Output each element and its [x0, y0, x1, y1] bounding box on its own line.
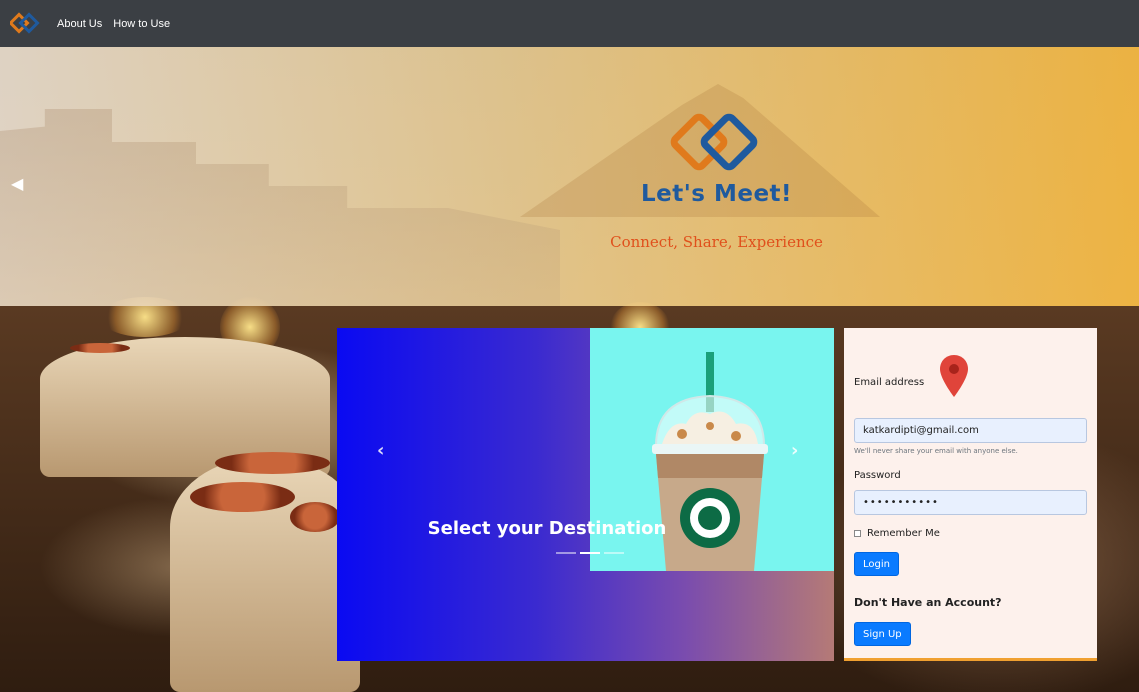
plate: [215, 452, 330, 474]
hero-tagline: Connect, Share, Experience: [610, 233, 823, 251]
top-navbar: About Us How to Use: [0, 0, 1139, 47]
login-panel: Email address katkardipti@gmail.com We'l…: [844, 328, 1097, 661]
carousel-indicator[interactable]: [556, 552, 576, 554]
remember-me-label: Remember Me: [867, 528, 940, 539]
plate: [290, 502, 340, 532]
carousel-indicator-active[interactable]: [580, 552, 600, 554]
carousel-caption: Select your Destination: [427, 518, 667, 539]
remember-me-checkbox[interactable]: [854, 530, 861, 537]
carousel-prev-icon[interactable]: ‹: [377, 440, 384, 461]
plate: [70, 343, 130, 353]
carousel-indicators: [556, 552, 624, 554]
remember-me-row[interactable]: Remember Me: [854, 528, 940, 539]
no-account-text: Don't Have an Account?: [854, 596, 1002, 609]
destination-carousel: ‹ › Select your Destination: [337, 328, 834, 661]
password-label: Password: [854, 470, 901, 481]
carousel-indicator[interactable]: [604, 552, 624, 554]
signup-button[interactable]: Sign Up: [854, 622, 911, 646]
email-input[interactable]: katkardipti@gmail.com: [854, 418, 1087, 443]
nav-link-how-to-use[interactable]: How to Use: [113, 18, 170, 30]
lets-meet-logo-icon: [670, 113, 758, 171]
brand-logo-icon[interactable]: [10, 11, 40, 36]
plate: [190, 482, 295, 512]
email-label: Email address: [854, 377, 925, 388]
hero-banner: ◀ Let's Meet! Connect, Share, Experience: [0, 47, 1139, 306]
email-help-text: We'll never share your email with anyone…: [854, 447, 1018, 455]
nav-link-about-us[interactable]: About Us: [57, 18, 102, 30]
map-pin-icon: [940, 355, 968, 397]
hero-title: Let's Meet!: [640, 181, 793, 207]
carousel-next-icon[interactable]: ›: [791, 440, 798, 461]
login-button[interactable]: Login: [854, 552, 899, 576]
hero-prev-arrow-icon[interactable]: ◀: [11, 174, 23, 193]
password-input[interactable]: •••••••••••: [854, 490, 1087, 515]
hero-city-silhouette: [0, 109, 560, 306]
